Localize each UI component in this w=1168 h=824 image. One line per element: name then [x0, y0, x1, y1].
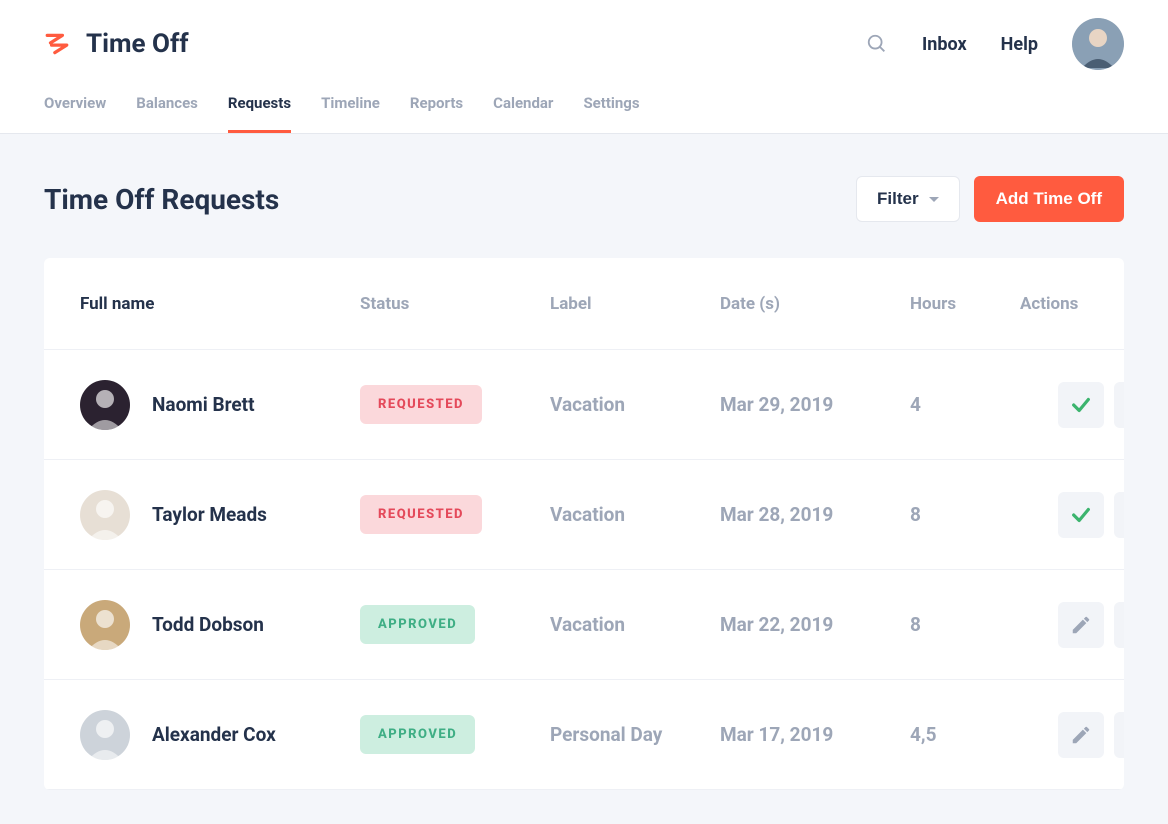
search-icon[interactable]	[866, 33, 888, 55]
cell-label: Vacation	[550, 503, 720, 526]
row-avatar[interactable]	[80, 380, 130, 430]
table-row: Naomi Brett REQUESTED VacationMar 29, 2019…	[44, 350, 1124, 460]
tab-timeline[interactable]: Timeline	[321, 94, 380, 133]
header-right: Inbox Help	[866, 18, 1124, 70]
edit-button[interactable]	[1058, 712, 1104, 758]
page-title: Time Off Requests	[44, 183, 279, 216]
pencil-icon	[1070, 724, 1092, 746]
tab-settings[interactable]: Settings	[583, 94, 639, 133]
col-header-actions: Actions	[1020, 294, 1124, 314]
cell-name: Naomi Brett	[80, 380, 360, 430]
help-link[interactable]: Help	[1001, 34, 1038, 55]
cell-dates: Mar 28, 2019	[720, 503, 910, 526]
approve-button[interactable]	[1058, 382, 1104, 428]
tab-reports[interactable]: Reports	[410, 94, 463, 133]
cell-hours: 4	[910, 393, 1020, 416]
row-name: Taylor Meads	[152, 503, 267, 526]
tab-requests[interactable]: Requests	[228, 94, 291, 133]
col-header-hours: Hours	[910, 294, 1020, 314]
col-header-status: Status	[360, 294, 550, 314]
row-avatar[interactable]	[80, 490, 130, 540]
chevron-down-icon	[929, 197, 939, 202]
table-row: Todd Dobson APPROVED VacationMar 22, 20198	[44, 570, 1124, 680]
cell-name: Todd Dobson	[80, 600, 360, 650]
filter-button[interactable]: Filter	[856, 176, 960, 222]
cell-dates: Mar 22, 2019	[720, 613, 910, 636]
row-name: Todd Dobson	[152, 613, 264, 636]
col-header-name: Full name	[80, 294, 360, 314]
pencil-icon	[1070, 614, 1092, 636]
delete-button[interactable]	[1114, 602, 1124, 648]
app-logo-icon[interactable]	[44, 31, 70, 57]
cell-label: Personal Day	[550, 723, 720, 746]
cell-status: APPROVED	[360, 605, 550, 644]
cell-status: REQUESTED	[360, 495, 550, 534]
status-badge: APPROVED	[360, 715, 475, 754]
status-badge: REQUESTED	[360, 495, 482, 534]
tab-overview[interactable]: Overview	[44, 94, 106, 133]
row-name: Naomi Brett	[152, 393, 255, 416]
status-badge: APPROVED	[360, 605, 475, 644]
page-actions: Filter Add Time Off	[856, 176, 1124, 222]
header-left: Time Off	[44, 29, 189, 59]
cell-status: APPROVED	[360, 715, 550, 754]
reject-button[interactable]	[1114, 382, 1124, 428]
add-time-off-button[interactable]: Add Time Off	[974, 176, 1124, 222]
check-icon	[1070, 394, 1092, 416]
cell-dates: Mar 29, 2019	[720, 393, 910, 416]
app-title: Time Off	[86, 29, 189, 59]
cell-actions	[1020, 492, 1124, 538]
col-header-dates: Date (s)	[720, 294, 910, 314]
delete-button[interactable]	[1114, 712, 1124, 758]
edit-button[interactable]	[1058, 602, 1104, 648]
cell-dates: Mar 17, 2019	[720, 723, 910, 746]
approve-button[interactable]	[1058, 492, 1104, 538]
cell-status: REQUESTED	[360, 385, 550, 424]
cell-label: Vacation	[550, 393, 720, 416]
col-header-label: Label	[550, 294, 720, 314]
inbox-link[interactable]: Inbox	[922, 34, 967, 55]
requests-table: Full name Status Label Date (s) Hours Ac…	[44, 258, 1124, 790]
status-badge: REQUESTED	[360, 385, 482, 424]
cell-name: Taylor Meads	[80, 490, 360, 540]
cell-name: Alexander Cox	[80, 710, 360, 760]
cell-actions	[1020, 712, 1124, 758]
reject-button[interactable]	[1114, 492, 1124, 538]
row-avatar[interactable]	[80, 710, 130, 760]
main-content: Time Off Requests Filter Add Time Off Fu…	[0, 134, 1168, 824]
cell-label: Vacation	[550, 613, 720, 636]
cell-actions	[1020, 602, 1124, 648]
filter-label: Filter	[877, 189, 919, 209]
cell-actions	[1020, 382, 1124, 428]
table-row: Taylor Meads REQUESTED VacationMar 28, 201…	[44, 460, 1124, 570]
cell-hours: 8	[910, 503, 1020, 526]
row-name: Alexander Cox	[152, 723, 276, 746]
table-header-row: Full name Status Label Date (s) Hours Ac…	[44, 258, 1124, 350]
tab-calendar[interactable]: Calendar	[493, 94, 553, 133]
user-avatar[interactable]	[1072, 18, 1124, 70]
tab-balances[interactable]: Balances	[136, 94, 198, 133]
row-avatar[interactable]	[80, 600, 130, 650]
table-row: Alexander Cox APPROVED Personal DayMar 17,…	[44, 680, 1124, 790]
tabs-nav: Overview Balances Requests Timeline Repo…	[0, 70, 1168, 134]
app-header: Time Off Inbox Help	[0, 0, 1168, 70]
cell-hours: 8	[910, 613, 1020, 636]
cell-hours: 4,5	[910, 723, 1020, 746]
check-icon	[1070, 504, 1092, 526]
page-header: Time Off Requests Filter Add Time Off	[44, 176, 1124, 222]
